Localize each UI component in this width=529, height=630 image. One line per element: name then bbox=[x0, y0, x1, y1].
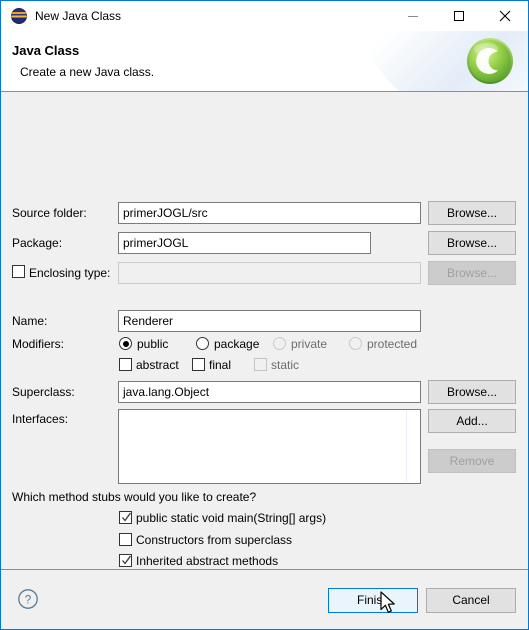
help-icon[interactable]: ? bbox=[17, 588, 39, 610]
modifier-checkbox-abstract[interactable] bbox=[119, 358, 132, 371]
dialog-footer: ? Finish Cancel bbox=[1, 569, 528, 629]
enclosing-type-checkbox[interactable] bbox=[12, 265, 25, 278]
modifier-checkbox-final[interactable] bbox=[192, 358, 205, 371]
superclass-input[interactable]: java.lang.Object bbox=[118, 381, 421, 403]
modifier-radio-protected bbox=[349, 337, 362, 350]
minimize-icon bbox=[408, 15, 418, 17]
close-icon bbox=[499, 10, 511, 22]
cancel-button[interactable]: Cancel bbox=[426, 588, 516, 613]
name-label: Name: bbox=[12, 314, 48, 328]
java-class-icon bbox=[11, 8, 27, 24]
enclosing-type-label: Enclosing type: bbox=[29, 266, 111, 280]
modifier-label-abstract: abstract bbox=[136, 358, 179, 372]
source-folder-label: Source folder: bbox=[12, 206, 87, 220]
maximize-icon bbox=[454, 11, 464, 21]
modifier-label-final: final bbox=[209, 358, 232, 372]
page-subtitle: Create a new Java class. bbox=[20, 65, 155, 79]
superclass-label: Superclass: bbox=[12, 385, 75, 399]
modifier-label-private: private bbox=[291, 337, 328, 351]
dialog-body: Source folder: primerJOGL/src Browse... … bbox=[1, 92, 528, 608]
name-input[interactable]: Renderer bbox=[118, 310, 421, 332]
window-controls bbox=[390, 1, 528, 31]
interfaces-label: Interfaces: bbox=[12, 412, 69, 426]
enclosing-type-browse-button: Browse... bbox=[428, 261, 516, 285]
new-java-class-dialog: New Java Class Java Class Create a new J… bbox=[0, 0, 529, 630]
stub-checkbox-main[interactable] bbox=[119, 511, 132, 524]
modifier-label-package: package bbox=[214, 337, 260, 351]
source-folder-input[interactable]: primerJOGL/src bbox=[118, 202, 421, 224]
superclass-browse-button[interactable]: Browse... bbox=[428, 380, 516, 404]
package-browse-button[interactable]: Browse... bbox=[428, 231, 516, 255]
method-stubs-question: Which method stubs would you like to cre… bbox=[12, 490, 257, 504]
maximize-button[interactable] bbox=[436, 1, 482, 31]
close-button[interactable] bbox=[482, 1, 528, 31]
package-label: Package: bbox=[12, 236, 63, 250]
title-bar: New Java Class bbox=[1, 1, 528, 31]
interfaces-listbox[interactable] bbox=[118, 409, 421, 484]
package-input[interactable]: primerJOGL bbox=[118, 232, 371, 254]
stub-label-constructors: Constructors from superclass bbox=[136, 533, 293, 547]
page-title: Java Class bbox=[12, 43, 80, 58]
window-title: New Java Class bbox=[35, 9, 122, 23]
modifiers-label: Modifiers: bbox=[12, 337, 65, 351]
check-icon bbox=[122, 512, 132, 522]
svg-text:?: ? bbox=[25, 593, 32, 607]
modifier-radio-package[interactable] bbox=[196, 337, 209, 350]
modifier-radio-private bbox=[273, 337, 286, 350]
interfaces-add-button[interactable]: Add... bbox=[428, 409, 516, 433]
enclosing-type-input bbox=[118, 262, 421, 284]
source-folder-browse-button[interactable]: Browse... bbox=[428, 201, 516, 225]
modifier-label-protected: protected bbox=[367, 337, 418, 351]
stub-checkbox-constructors[interactable] bbox=[119, 533, 132, 546]
interfaces-remove-button: Remove bbox=[428, 449, 516, 473]
radio-dot-icon bbox=[122, 340, 129, 347]
finish-button[interactable]: Finish bbox=[328, 588, 418, 613]
modifier-label-public: public bbox=[137, 337, 169, 351]
stub-label-inherited: Inherited abstract methods bbox=[136, 554, 279, 568]
check-icon bbox=[122, 555, 132, 565]
interfaces-scroll-track[interactable] bbox=[406, 411, 407, 482]
modifier-radio-public[interactable] bbox=[119, 337, 132, 350]
stub-label-main: public static void main(String[] args) bbox=[136, 511, 327, 525]
minimize-button[interactable] bbox=[390, 1, 436, 31]
modifier-checkbox-static bbox=[254, 358, 267, 371]
stub-checkbox-inherited[interactable] bbox=[119, 554, 132, 567]
green-c-wizard-icon bbox=[467, 38, 513, 84]
wizard-header: Java Class Create a new Java class. bbox=[1, 31, 528, 92]
modifier-label-static: static bbox=[271, 358, 300, 372]
